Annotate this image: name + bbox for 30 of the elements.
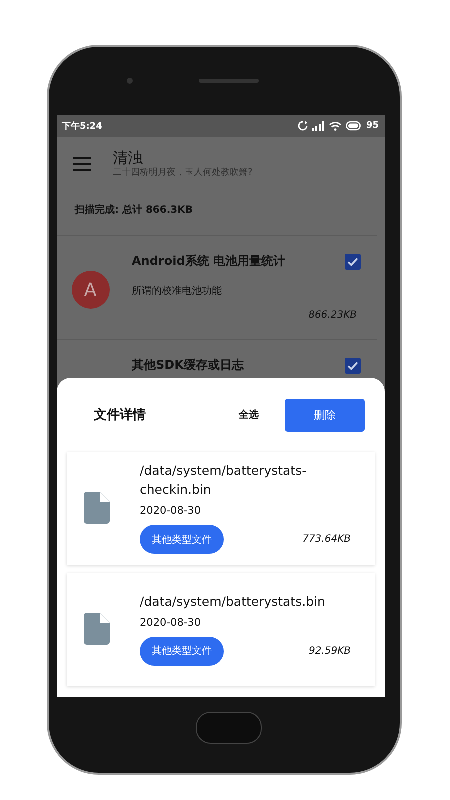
file-date: 2020-08-30 — [140, 505, 202, 517]
file-icon — [84, 492, 110, 524]
file-path: /data/system/batterystats.bin — [140, 592, 326, 610]
sync-icon — [298, 121, 308, 131]
wifi-icon — [329, 121, 342, 131]
item-title: 其他SDK缓存或日志 — [132, 357, 244, 374]
battery-icon — [346, 121, 362, 131]
sheet-title: 文件详情 — [94, 406, 147, 424]
item-title: Android系统 电池用量统计 — [132, 253, 286, 270]
avatar: A — [72, 271, 110, 309]
file-date: 2020-08-30 — [140, 616, 202, 628]
item-description: 所谓的校准电池功能 — [132, 284, 223, 298]
app-title: 清浊 — [113, 149, 144, 167]
file-icon — [84, 612, 110, 644]
file-path: /data/system/batterystats-checkin.bin — [140, 462, 308, 499]
camera-icon — [127, 78, 133, 84]
item-size: 866.23KB — [308, 310, 358, 321]
file-type-tag[interactable]: 其他类型文件 — [140, 525, 224, 554]
battery-level: 95 — [366, 121, 379, 131]
signal-icon — [312, 121, 326, 131]
file-size: 773.64KB — [302, 534, 351, 545]
file-size: 92.59KB — [308, 646, 351, 656]
checkbox[interactable] — [345, 358, 361, 374]
file-type-tag[interactable]: 其他类型文件 — [140, 636, 224, 666]
menu-icon[interactable] — [73, 157, 91, 171]
status-time: 下午5:24 — [62, 120, 102, 132]
select-all-button[interactable]: 全选 — [235, 404, 263, 426]
checkbox[interactable] — [345, 254, 361, 270]
scan-summary: 扫描完成: 总计 866.3KB — [57, 183, 377, 236]
delete-button[interactable]: 删除 — [285, 398, 365, 432]
